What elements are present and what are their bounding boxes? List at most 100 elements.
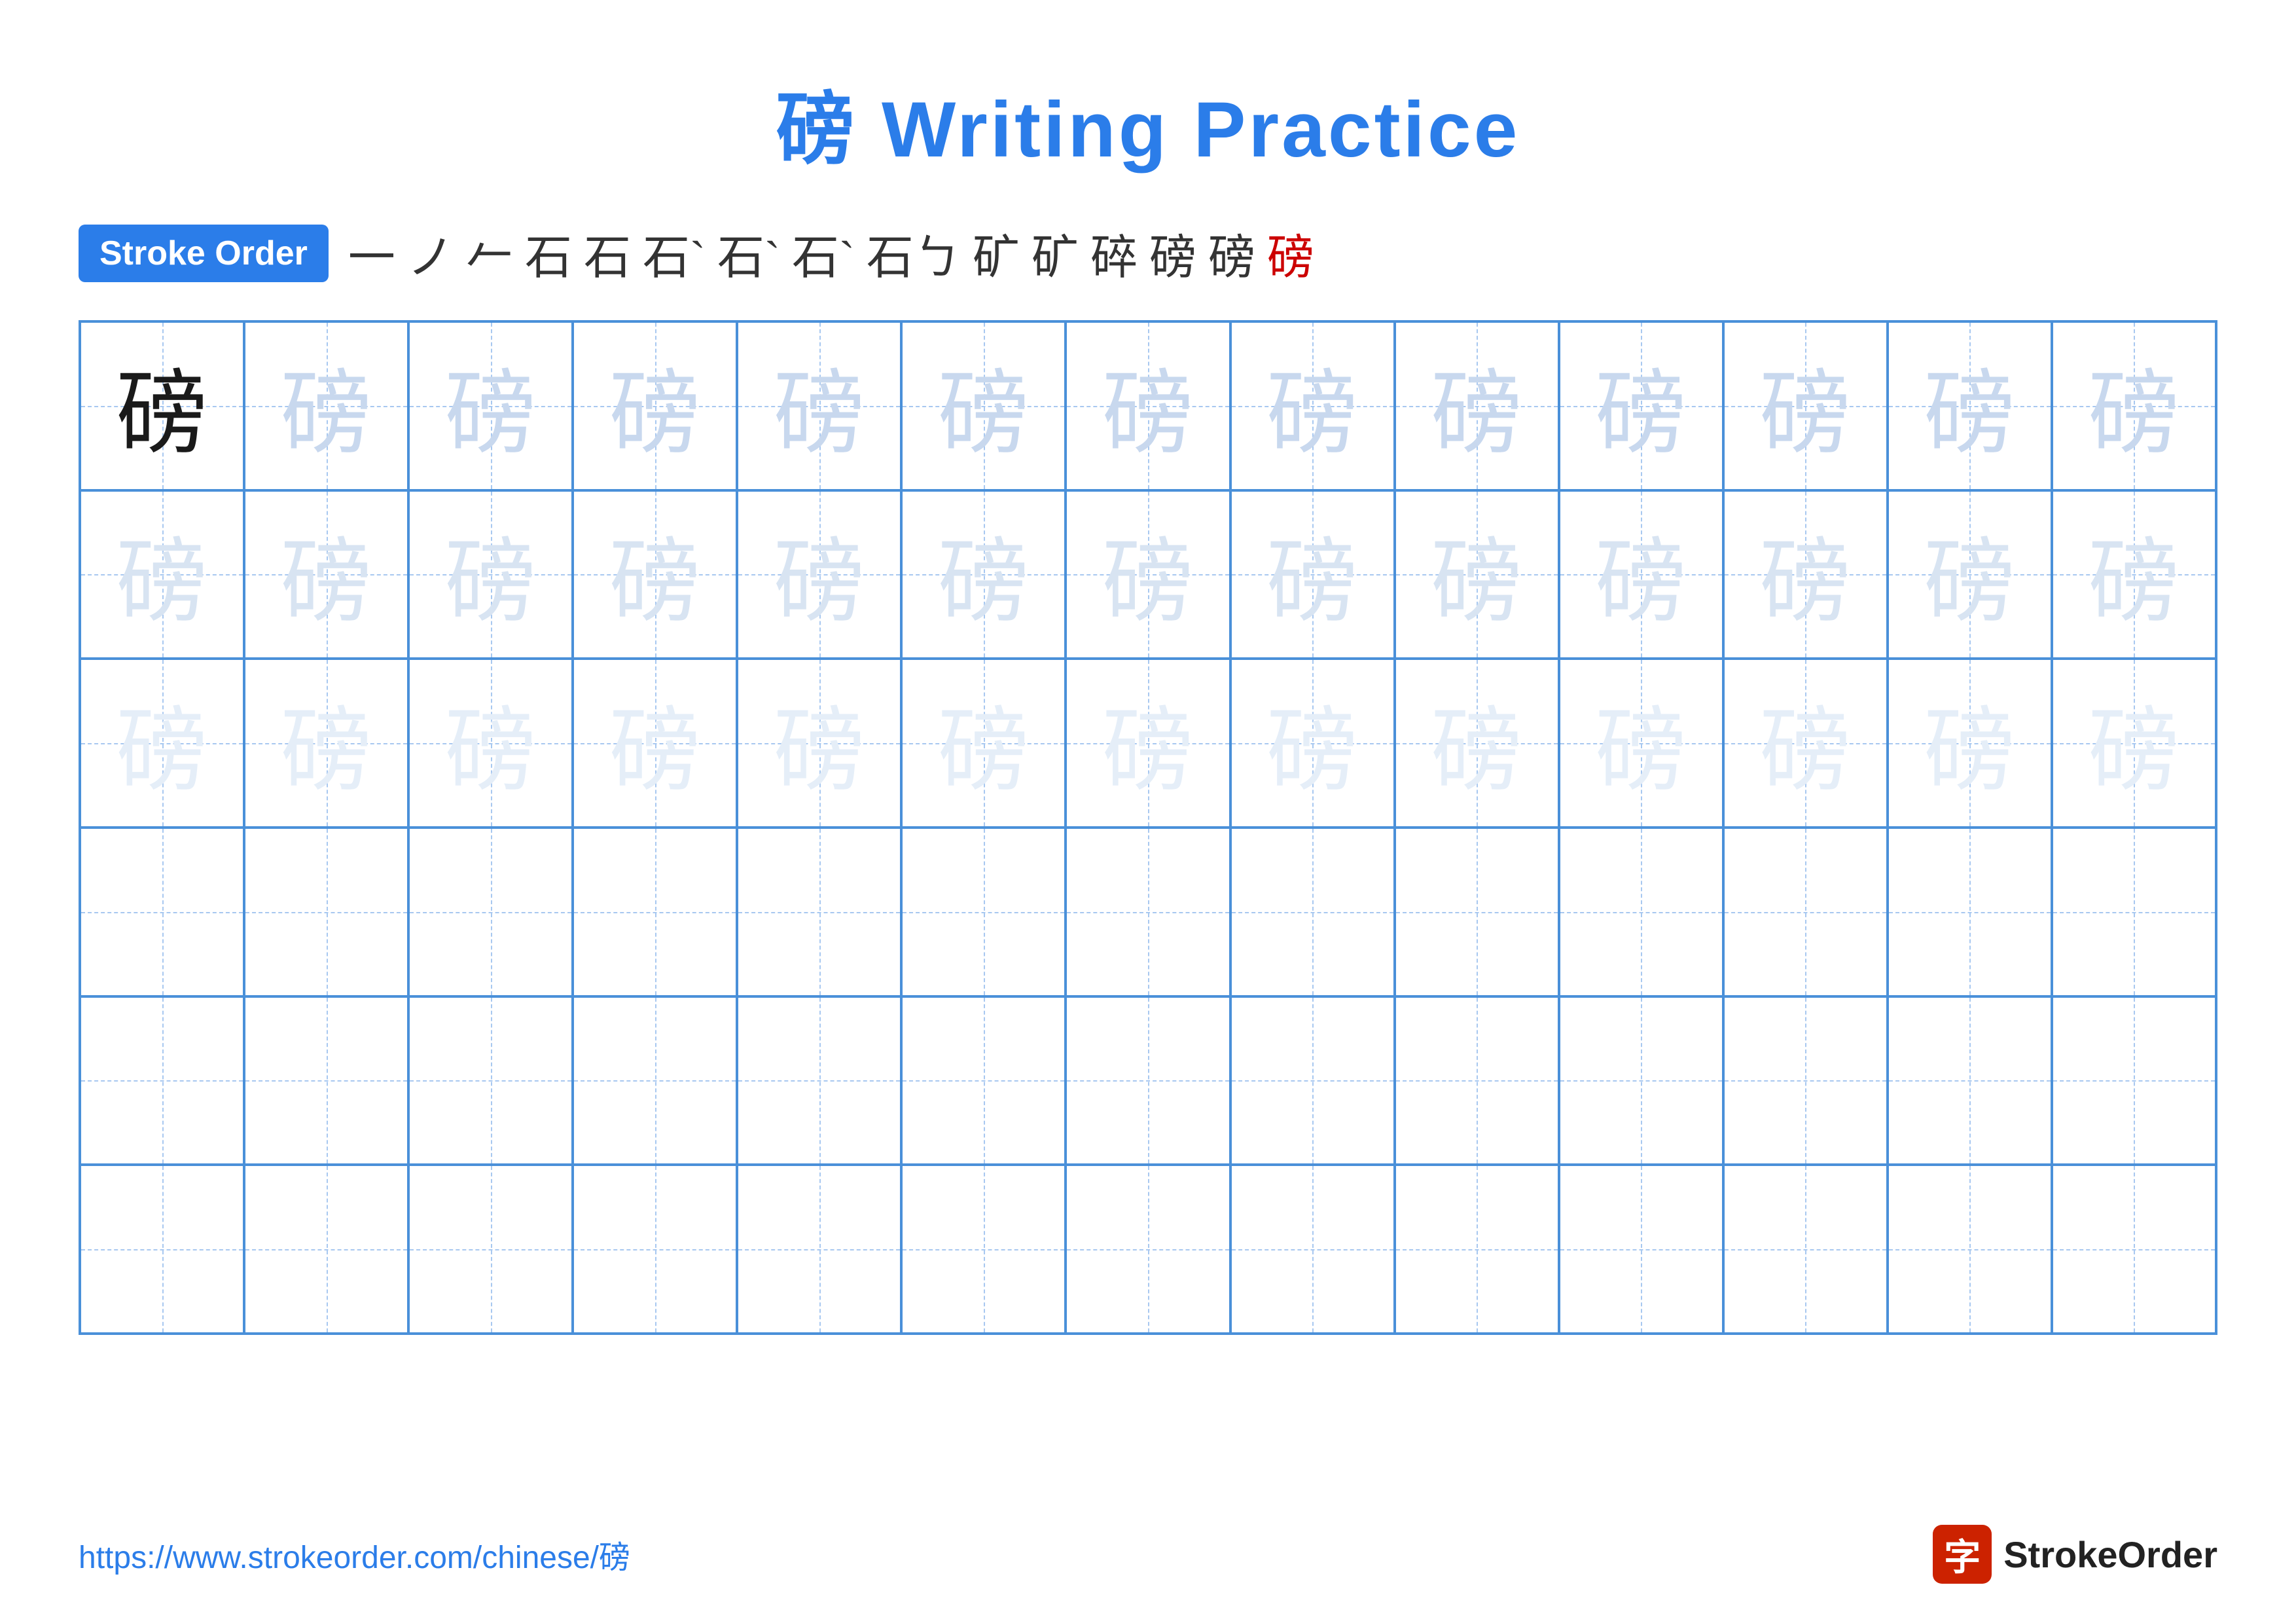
- grid-cell-r1-c2[interactable]: 磅: [408, 321, 573, 490]
- grid-cell-r5-c10[interactable]: [1723, 996, 1888, 1165]
- grid-cell-r3-c6[interactable]: 磅: [1066, 659, 1230, 828]
- grid-cell-r5-c12[interactable]: [2052, 996, 2216, 1165]
- grid-cell-r4-c3[interactable]: [573, 828, 737, 996]
- grid-cell-r6-c9[interactable]: [1559, 1165, 1723, 1334]
- grid-cell-r3-c2[interactable]: 磅: [408, 659, 573, 828]
- grid-cell-r4-c11[interactable]: [1888, 828, 2052, 996]
- char-light-1: 磅: [1102, 340, 1194, 472]
- grid-cell-r3-c4[interactable]: 磅: [737, 659, 901, 828]
- grid-cell-r5-c8[interactable]: [1395, 996, 1559, 1165]
- grid-cell-r2-c9[interactable]: 磅: [1559, 490, 1723, 659]
- grid-cell-r2-c5[interactable]: 磅: [901, 490, 1066, 659]
- grid-cell-r4-c6[interactable]: [1066, 828, 1230, 996]
- grid-cell-r6-c4[interactable]: [737, 1165, 901, 1334]
- grid-cell-r5-c1[interactable]: [244, 996, 408, 1165]
- grid-cell-r2-c4[interactable]: 磅: [737, 490, 901, 659]
- grid-cell-r2-c1[interactable]: 磅: [244, 490, 408, 659]
- grid-cell-r3-c3[interactable]: 磅: [573, 659, 737, 828]
- grid-cell-r4-c4[interactable]: [737, 828, 901, 996]
- grid-cell-r3-c12[interactable]: 磅: [2052, 659, 2216, 828]
- grid-cell-r2-c12[interactable]: 磅: [2052, 490, 2216, 659]
- grid-cell-r1-c11[interactable]: 磅: [1888, 321, 2052, 490]
- stroke-step-8: 石ㄅ: [867, 219, 961, 287]
- footer-url: https://www.strokeorder.com/chinese/磅: [79, 1531, 630, 1577]
- grid-cell-r4-c9[interactable]: [1559, 828, 1723, 996]
- grid-cell-r3-c8[interactable]: 磅: [1395, 659, 1559, 828]
- grid-cell-r6-c7[interactable]: [1230, 1165, 1395, 1334]
- grid-cell-r1-c5[interactable]: 磅: [901, 321, 1066, 490]
- grid-cell-r4-c0[interactable]: [80, 828, 244, 996]
- grid-cell-r4-c8[interactable]: [1395, 828, 1559, 996]
- char-light-2: 磅: [117, 508, 208, 640]
- grid-cell-r2-c11[interactable]: 磅: [1888, 490, 2052, 659]
- stroke-step-13: 磅: [1208, 219, 1255, 287]
- stroke-step-11: 碎: [1090, 219, 1138, 287]
- grid-cell-r1-c4[interactable]: 磅: [737, 321, 901, 490]
- grid-cell-r3-c1[interactable]: 磅: [244, 659, 408, 828]
- grid-cell-r6-c10[interactable]: [1723, 1165, 1888, 1334]
- grid-cell-r5-c11[interactable]: [1888, 996, 2052, 1165]
- grid-cell-r2-c10[interactable]: 磅: [1723, 490, 1888, 659]
- grid-cell-r5-c7[interactable]: [1230, 996, 1395, 1165]
- footer-logo: 字 StrokeOrder: [1933, 1525, 2217, 1584]
- grid-cell-r1-c8[interactable]: 磅: [1395, 321, 1559, 490]
- grid-cell-r4-c1[interactable]: [244, 828, 408, 996]
- footer: https://www.strokeorder.com/chinese/磅 字 …: [79, 1525, 2217, 1584]
- grid-cell-r1-c10[interactable]: 磅: [1723, 321, 1888, 490]
- grid-cell-r3-c10[interactable]: 磅: [1723, 659, 1888, 828]
- grid-cell-r6-c0[interactable]: [80, 1165, 244, 1334]
- grid-cell-r3-c11[interactable]: 磅: [1888, 659, 2052, 828]
- grid-cell-r6-c5[interactable]: [901, 1165, 1066, 1334]
- grid-cell-r2-c8[interactable]: 磅: [1395, 490, 1559, 659]
- char-very-light: 磅: [609, 677, 701, 809]
- grid-cell-r6-c11[interactable]: [1888, 1165, 2052, 1334]
- grid-cell-r4-c2[interactable]: [408, 828, 573, 996]
- grid-cell-r5-c6[interactable]: [1066, 996, 1230, 1165]
- grid-cell-r6-c1[interactable]: [244, 1165, 408, 1334]
- char-light-2: 磅: [1102, 508, 1194, 640]
- stroke-step-4: 石: [584, 219, 631, 287]
- grid-cell-r2-c7[interactable]: 磅: [1230, 490, 1395, 659]
- grid-cell-r2-c3[interactable]: 磅: [573, 490, 737, 659]
- char-very-light: 磅: [281, 677, 372, 809]
- grid-cell-r3-c7[interactable]: 磅: [1230, 659, 1395, 828]
- char-light-2: 磅: [774, 508, 865, 640]
- grid-cell-r1-c0[interactable]: 磅: [80, 321, 244, 490]
- grid-cell-r5-c5[interactable]: [901, 996, 1066, 1165]
- char-light-2: 磅: [1266, 508, 1358, 640]
- grid-cell-r3-c0[interactable]: 磅: [80, 659, 244, 828]
- grid-cell-r4-c5[interactable]: [901, 828, 1066, 996]
- grid-cell-r5-c0[interactable]: [80, 996, 244, 1165]
- grid-cell-r4-c10[interactable]: [1723, 828, 1888, 996]
- grid-cell-r1-c1[interactable]: 磅: [244, 321, 408, 490]
- grid-cell-r4-c12[interactable]: [2052, 828, 2216, 996]
- grid-cell-r1-c6[interactable]: 磅: [1066, 321, 1230, 490]
- grid-cell-r1-c7[interactable]: 磅: [1230, 321, 1395, 490]
- grid-cell-r2-c0[interactable]: 磅: [80, 490, 244, 659]
- stroke-step-6: 石`: [717, 219, 780, 287]
- grid-cell-r6-c12[interactable]: [2052, 1165, 2216, 1334]
- grid-cell-r1-c12[interactable]: 磅: [2052, 321, 2216, 490]
- grid-cell-r5-c9[interactable]: [1559, 996, 1723, 1165]
- grid-cell-r2-c6[interactable]: 磅: [1066, 490, 1230, 659]
- grid-cell-r1-c3[interactable]: 磅: [573, 321, 737, 490]
- char-light-2: 磅: [2088, 508, 2179, 640]
- grid-cell-r6-c2[interactable]: [408, 1165, 573, 1334]
- grid-cell-r6-c3[interactable]: [573, 1165, 737, 1334]
- stroke-step-1: ノ: [407, 219, 454, 287]
- grid-cell-r5-c3[interactable]: [573, 996, 737, 1165]
- grid-cell-r5-c2[interactable]: [408, 996, 573, 1165]
- char-light-2: 磅: [1431, 508, 1522, 640]
- grid-cell-r4-c7[interactable]: [1230, 828, 1395, 996]
- char-light-1: 磅: [609, 340, 701, 472]
- grid-cell-r6-c8[interactable]: [1395, 1165, 1559, 1334]
- char-light-1: 磅: [1266, 340, 1358, 472]
- char-very-light: 磅: [938, 677, 1030, 809]
- grid-cell-r2-c2[interactable]: 磅: [408, 490, 573, 659]
- grid-cell-r3-c5[interactable]: 磅: [901, 659, 1066, 828]
- grid-cell-r6-c6[interactable]: [1066, 1165, 1230, 1334]
- grid-cell-r3-c9[interactable]: 磅: [1559, 659, 1723, 828]
- grid-cell-r1-c9[interactable]: 磅: [1559, 321, 1723, 490]
- grid-cell-r5-c4[interactable]: [737, 996, 901, 1165]
- stroke-step-10: 矿: [1031, 219, 1079, 287]
